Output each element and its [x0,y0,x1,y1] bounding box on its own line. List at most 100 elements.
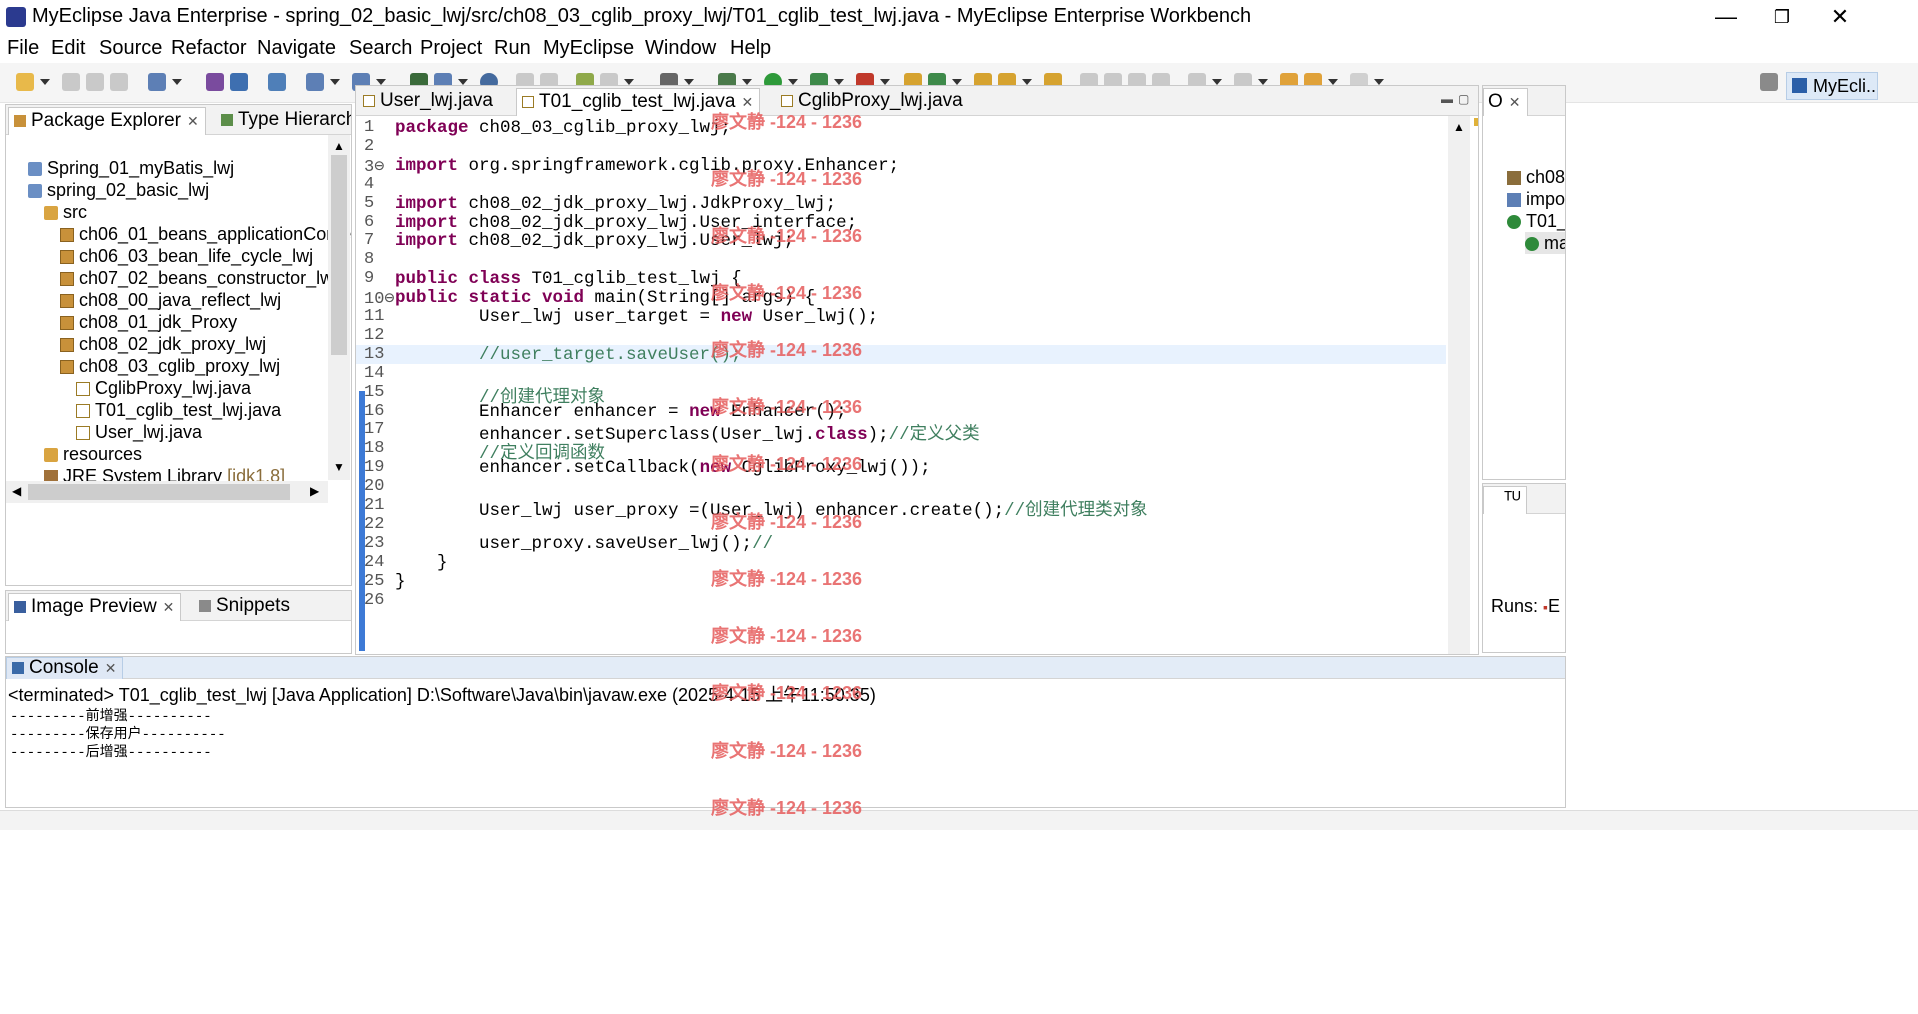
menu-navigate[interactable]: Navigate [257,37,336,60]
browser-dropdown-icon[interactable] [330,79,340,85]
code-line[interactable]: 13 //user_target.saveUser(); [356,344,1446,365]
menu-refactor[interactable]: Refactor [171,37,247,60]
code-line[interactable]: 16 Enhancer enhancer = new Enhancer(); [356,402,1446,422]
close-icon[interactable]: ✕ [187,113,199,129]
outline-item[interactable]: T01_c [1507,210,1565,232]
close-icon[interactable]: ✕ [1509,94,1521,110]
scroll-up-icon[interactable]: ▲ [1453,120,1465,134]
menu-project[interactable]: Project [420,37,482,60]
code-line[interactable]: 23 user_proxy.saveUser_lwj();// [356,534,1446,554]
tab-image-preview[interactable]: Image Preview ✕ [8,593,182,621]
code-line[interactable]: 24 } [356,553,1446,573]
tree-item[interactable]: ch06_03_bean_life_cycle_lwj [60,245,313,267]
vertical-scrollbar[interactable]: ▲ ▼ [328,135,350,480]
print-icon[interactable] [110,73,128,91]
tree-item[interactable]: spring_02_basic_lwj [28,179,209,201]
scrollbar-thumb[interactable] [331,155,347,355]
maximize-button[interactable]: ❐ [1752,2,1812,32]
tree-item[interactable]: User_lwj.java [76,421,202,443]
tab-type-hierarchy-label: Type Hierarchy [238,109,351,130]
code-line[interactable]: 14 [356,364,1446,383]
tree-item[interactable]: ch08_00_java_reflect_lwj [60,289,281,311]
menu-window[interactable]: Window [645,37,716,60]
tab-console[interactable]: Console ✕ [6,657,124,679]
code-line[interactable]: 2 [356,137,1446,156]
menu-search[interactable]: Search [349,37,412,60]
menu-run[interactable]: Run [494,37,531,60]
tab-user-lwj[interactable]: User_lwj.java [358,88,499,116]
outline-item[interactable]: ma [1525,232,1565,254]
server-icon[interactable] [230,73,248,91]
web-browser-icon[interactable] [306,73,324,91]
perspective-switcher[interactable]: MyEcli... [1786,72,1878,100]
runs-value: E [1548,596,1561,616]
tree-item[interactable]: Spring_01_myBatis_lwj [28,157,234,179]
code-line[interactable]: 25} [356,572,1446,592]
tree-item-label: src [63,202,87,222]
code-line[interactable]: 17 enhancer.setSuperclass(User_lwj.class… [356,420,1446,445]
code-line[interactable]: 26 [356,591,1446,610]
scroll-up-icon[interactable]: ▲ [333,139,345,153]
code-line[interactable]: 8 [356,250,1446,269]
code-line[interactable]: 4 [356,175,1446,194]
tree-item[interactable]: CglibProxy_lwj.java [76,377,251,399]
new-dropdown-icon[interactable] [40,79,50,85]
minimize-maximize-icon[interactable]: ▬▢ [1441,92,1474,106]
open-type-icon[interactable] [268,73,286,91]
open-perspective-icon[interactable] [1760,73,1778,91]
code-line[interactable]: 9 public class T01_cglib_test_lwj { [356,269,1446,289]
editor-vertical-scrollbar[interactable]: ▲ [1448,116,1470,654]
code-line[interactable]: 5 import ch08_02_jdk_proxy_lwj.JdkProxy_l… [356,194,1446,214]
save-icon[interactable] [62,73,80,91]
tree-item[interactable]: ch07_02_beans_constructor_lwj [60,267,337,289]
tree-item[interactable]: src [44,201,87,223]
code-line[interactable]: 19 enhancer.setCallback(new CglibProxy_l… [356,458,1446,478]
close-icon[interactable]: ✕ [163,599,175,615]
scroll-right-icon[interactable]: ▶ [310,484,319,498]
new-project-icon[interactable] [148,73,166,91]
save-all-icon[interactable] [86,73,104,91]
tab-snippets[interactable]: Snippets [194,593,296,621]
tree-item[interactable]: ch06_01_beans_applicationContext_ [60,223,351,245]
tree-item[interactable]: resources [44,443,142,465]
code-area[interactable]: 1 package ch08_03_cglib_proxy_lwj; 2 3⊖ impo… [356,116,1446,654]
tab-type-hierarchy[interactable]: Type Hierarchy [216,107,351,135]
menu-file[interactable]: File [7,37,39,60]
code-line[interactable]: 22 [356,515,1446,534]
code-line[interactable]: 1 package ch08_03_cglib_proxy_lwj; [356,118,1446,138]
tab-package-explorer[interactable]: Package Explorer ✕ [8,107,206,135]
scrollbar-thumb[interactable] [28,484,290,500]
close-icon[interactable]: ✕ [105,660,117,676]
code-line[interactable]: 20 [356,477,1446,496]
code-line[interactable]: 18 //定义回调函数 [356,439,1446,464]
tab-junit[interactable]: ᵀᵁ [1483,486,1528,514]
outline-item[interactable]: ch08 [1507,166,1565,188]
code-line[interactable]: 21 User_lwj user_proxy =(User_lwj) enhan… [356,496,1446,521]
tree-item[interactable]: ch08_01_jdk_Proxy [60,311,237,333]
tree-item[interactable]: T01_cglib_test_lwj.java [76,399,281,421]
line-number: 7 [364,231,375,251]
new-icon[interactable] [16,73,34,91]
menu-source[interactable]: Source [99,37,162,60]
tab-outline[interactable]: O ✕ [1483,88,1528,116]
code-line[interactable]: 3⊖ import org.springframework.cglib.proxy… [356,156,1446,177]
code-line[interactable]: 12 [356,326,1446,345]
scroll-down-icon[interactable]: ▼ [333,460,345,474]
new-project-dropdown-icon[interactable] [172,79,182,85]
horizontal-scrollbar[interactable]: ◀ ▶ [6,481,328,503]
code-line[interactable]: 11 User_lwj user_target = new User_lwj()… [356,307,1446,327]
code-line[interactable]: 6 import ch08_02_jdk_proxy_lwj.User_inter… [356,213,1446,233]
tree-item[interactable]: ch08_03_cglib_proxy_lwj [60,355,280,377]
code-line[interactable]: 7 import ch08_02_jdk_proxy_lwj.User_lwj; [356,231,1446,251]
scroll-left-icon[interactable]: ◀ [12,484,21,498]
deploy-icon[interactable] [206,73,224,91]
minimize-button[interactable]: — [1696,2,1756,32]
code-line[interactable]: 15 //创建代理对象 [356,383,1446,408]
code-line[interactable]: 10⊖ public static void main(String[] args… [356,288,1446,309]
close-window-button[interactable]: ✕ [1810,2,1870,32]
menu-myeclipse[interactable]: MyEclipse [543,37,634,60]
outline-item[interactable]: impo [1507,188,1565,210]
menu-help[interactable]: Help [730,37,771,60]
menu-edit[interactable]: Edit [51,37,85,60]
tree-item[interactable]: ch08_02_jdk_proxy_lwj [60,333,266,355]
